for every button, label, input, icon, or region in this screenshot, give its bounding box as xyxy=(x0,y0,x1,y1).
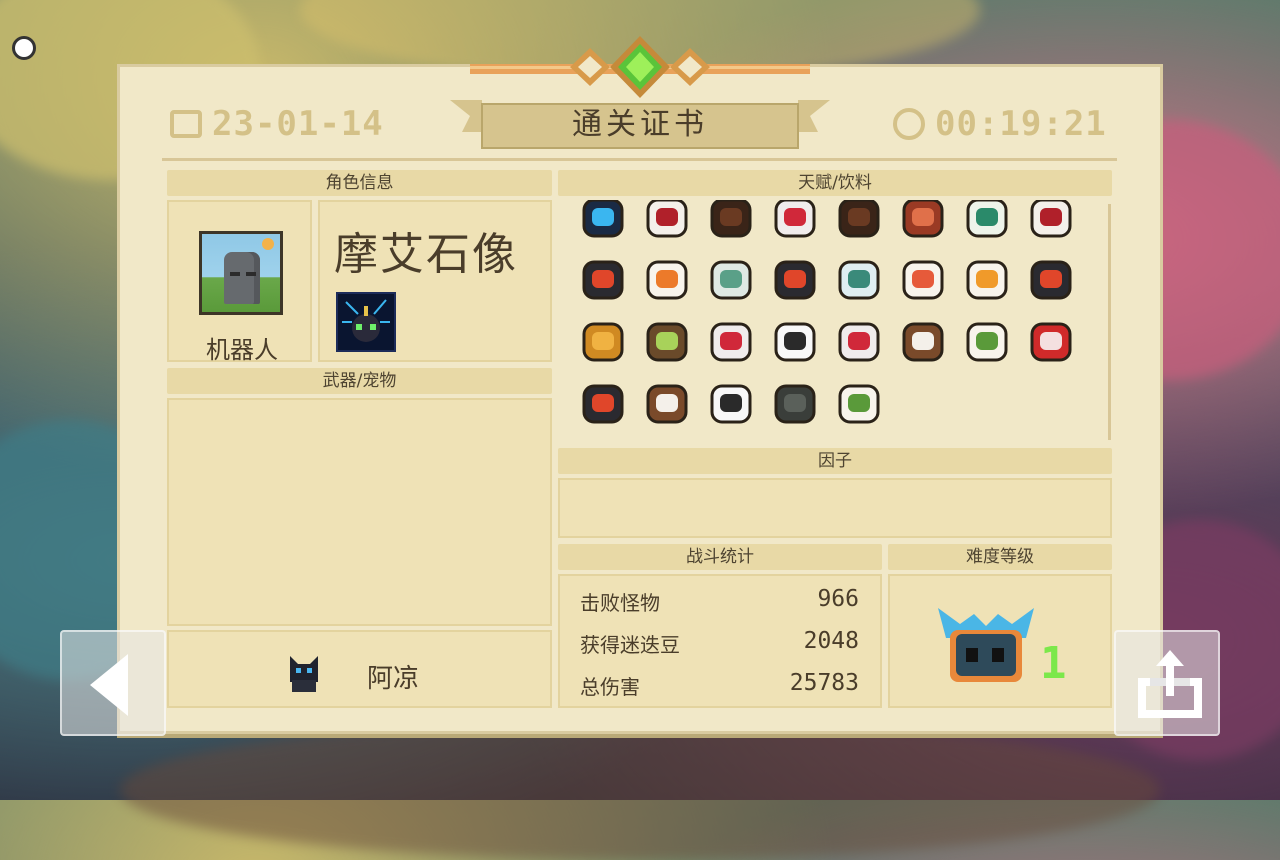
roast-meat-icon xyxy=(896,200,950,244)
coconut-drink-icon xyxy=(896,314,950,368)
pet-name: 阿凉 xyxy=(367,664,420,694)
cake-plate-icon xyxy=(960,252,1014,306)
share-icon xyxy=(1138,650,1202,718)
green-coconut-icon xyxy=(640,314,694,368)
stat-value-damage: 25783 xyxy=(789,670,859,696)
red-drink-icon xyxy=(768,200,822,244)
stat-label-kills: 击败怪物 xyxy=(580,591,660,615)
orange-dish-icon xyxy=(640,252,694,306)
soup-bowl-icon xyxy=(704,252,758,306)
green-cup-icon xyxy=(960,200,1014,244)
crystal-shard-icon xyxy=(576,200,630,244)
header-divider xyxy=(162,158,1117,161)
red-wine-icon xyxy=(640,200,694,244)
character-avatar xyxy=(199,231,283,315)
spicy-dish-icon xyxy=(576,376,630,430)
stat-label-beans: 获得迷迭豆 xyxy=(580,633,680,657)
certificate-title: 通关证书 xyxy=(572,107,708,142)
difficulty-level: 1 xyxy=(1040,638,1067,689)
pet-panel xyxy=(167,630,552,708)
clock-icon xyxy=(893,108,925,140)
talents-drinks-header: 天赋/饮料 xyxy=(558,170,1112,196)
dark-shell-icon xyxy=(768,376,822,430)
certificate-ornament xyxy=(470,36,810,98)
spicy-dish-icon xyxy=(768,252,822,306)
stat-value-kills: 966 xyxy=(817,586,859,612)
red-bun-icon xyxy=(1024,314,1078,368)
back-arrow-icon xyxy=(90,654,128,716)
spicy-dish-icon xyxy=(576,252,630,306)
veggie-plate-icon xyxy=(832,376,886,430)
character-name: 机器人 xyxy=(206,336,278,364)
clay-pot-icon xyxy=(704,200,758,244)
weapons-panel xyxy=(167,398,552,626)
veggie-plate-icon xyxy=(960,314,1014,368)
factors-panel xyxy=(558,478,1112,538)
milk-carton-icon xyxy=(768,314,822,368)
skill-bomb-icon xyxy=(336,292,396,352)
record-indicator[interactable] xyxy=(12,36,36,60)
date-display: 23-01-14 xyxy=(170,104,384,144)
character-info-header: 角色信息 xyxy=(167,170,552,196)
stat-label-damage: 总伤害 xyxy=(580,675,640,699)
golden-teapot-icon xyxy=(576,314,630,368)
factors-header: 因子 xyxy=(558,448,1112,474)
red-drink-icon xyxy=(832,314,886,368)
black-cat-pet-icon xyxy=(290,656,318,692)
milk-bottle-icon xyxy=(832,252,886,306)
back-button[interactable] xyxy=(60,630,166,736)
difficulty-header: 难度等级 xyxy=(888,544,1112,570)
red-wine-icon xyxy=(1024,200,1078,244)
sun-icon xyxy=(262,238,274,250)
coconut-drink-icon xyxy=(640,376,694,430)
date-text: 23-01-14 xyxy=(212,104,384,144)
talents-grid xyxy=(576,200,1106,440)
red-drink-icon xyxy=(704,314,758,368)
time-display: 00:19:21 xyxy=(893,104,1107,144)
milk-carton-icon xyxy=(704,376,758,430)
share-button[interactable] xyxy=(1114,630,1220,736)
moai-statue-icon xyxy=(224,252,260,304)
weapons-pets-header: 武器/宠物 xyxy=(167,368,552,394)
battle-stats-header: 战斗统计 xyxy=(558,544,882,570)
salad-plate-icon xyxy=(896,252,950,306)
stat-value-beans: 2048 xyxy=(803,628,859,654)
spicy-dish-icon xyxy=(1024,252,1078,306)
time-text: 00:19:21 xyxy=(935,104,1107,144)
skin-name: 摩艾石像 xyxy=(334,229,518,280)
difficulty-badge-icon xyxy=(938,608,1034,682)
talents-scrollbar[interactable] xyxy=(1108,204,1111,440)
calendar-icon xyxy=(170,110,202,138)
clay-pot-icon xyxy=(832,200,886,244)
